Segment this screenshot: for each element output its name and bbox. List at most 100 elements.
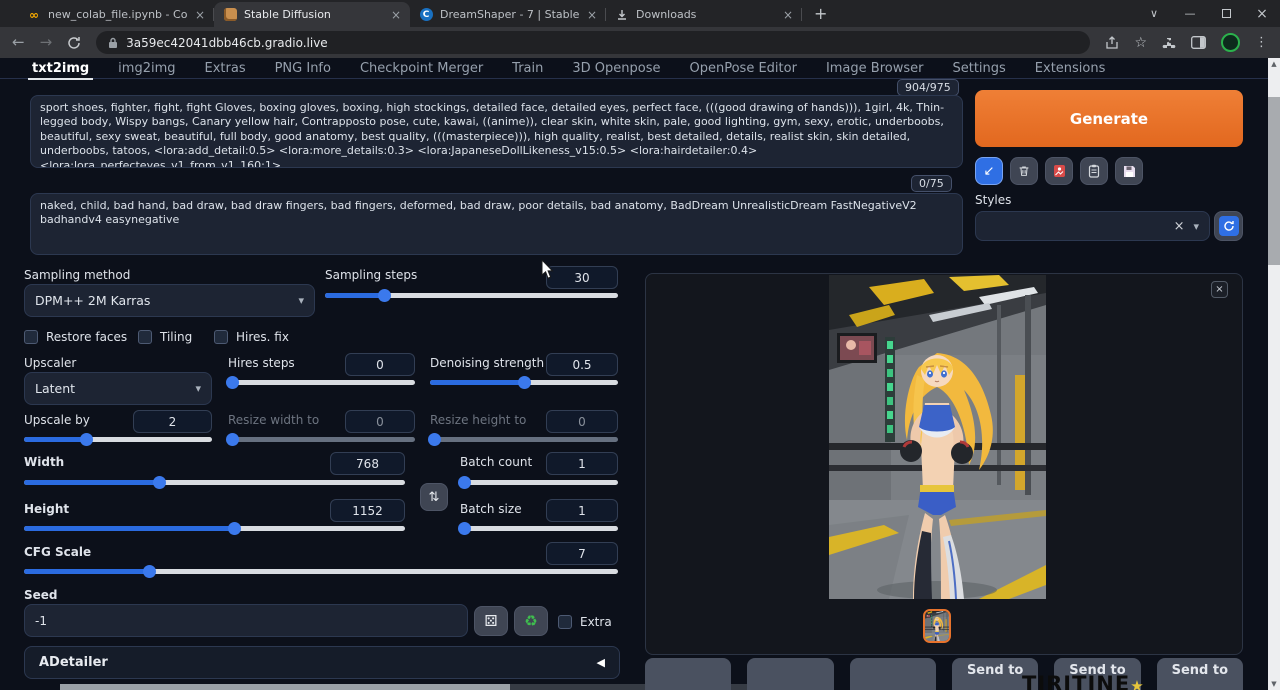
window-maximize-button[interactable] <box>1208 0 1244 27</box>
save-button[interactable] <box>645 658 731 690</box>
styles-clear-icon[interactable]: × <box>1174 219 1185 234</box>
new-tab-button[interactable]: + <box>814 4 827 23</box>
scroll-down-icon[interactable]: ▼ <box>1268 678 1280 690</box>
action-button[interactable] <box>850 658 936 690</box>
checkbox-box[interactable] <box>24 330 38 344</box>
sampling-steps-slider[interactable] <box>325 293 618 298</box>
batch-size-value[interactable]: 1 <box>546 499 618 522</box>
extra-seed-checkbox[interactable]: Extra <box>558 615 612 629</box>
width-value[interactable]: 768 <box>330 452 405 475</box>
clear-prompt-button[interactable] <box>1010 157 1038 185</box>
send-to-extras-button[interactable]: Send to <box>1157 658 1243 690</box>
tab-image-browser[interactable]: Image Browser <box>826 61 924 76</box>
zip-button[interactable] <box>747 658 833 690</box>
height-slider[interactable] <box>24 526 405 531</box>
generated-image[interactable] <box>829 275 1046 599</box>
url-bar[interactable]: 3a59ec42041dbb46cb.gradio.live <box>96 31 1090 54</box>
height-value[interactable]: 1152 <box>330 499 405 522</box>
profile-avatar[interactable] <box>1221 33 1240 52</box>
tab-extras[interactable]: Extras <box>205 61 246 76</box>
tab-close-icon[interactable]: × <box>783 9 793 21</box>
width-slider[interactable] <box>24 480 405 485</box>
checkbox-box[interactable] <box>138 330 152 344</box>
checkbox-box[interactable] <box>558 615 572 629</box>
reuse-seed-button[interactable]: ♻ <box>514 606 548 636</box>
browser-menu-dots-icon[interactable]: ⋮ <box>1255 35 1268 50</box>
scroll-up-icon[interactable]: ▲ <box>1268 58 1280 70</box>
tab-close-icon[interactable]: × <box>391 9 401 21</box>
back-button[interactable]: ← <box>12 35 25 50</box>
hires-steps-value[interactable]: 0 <box>345 353 415 376</box>
denoising-strength-value[interactable]: 0.5 <box>546 353 618 376</box>
browser-tab-dreamshaper[interactable]: C DreamShaper - 7 | Stable Diffusio × <box>410 2 606 27</box>
gallery-thumbnail[interactable] <box>923 609 951 643</box>
refresh-styles-button[interactable] <box>1214 211 1243 241</box>
window-close-button[interactable]: × <box>1244 0 1280 27</box>
browser-tab-colab[interactable]: ∞ new_colab_file.ipynb - Colaborat × <box>18 2 214 27</box>
sampling-method-select[interactable]: DPM++ 2M Karras ▾ <box>24 284 315 317</box>
tab-img2img[interactable]: img2img <box>118 61 175 76</box>
batch-size-label: Batch size <box>460 502 522 516</box>
tab-txt2img[interactable]: txt2img <box>32 61 89 76</box>
tab-close-icon[interactable]: × <box>195 9 205 21</box>
checkbox-box[interactable] <box>214 330 228 344</box>
tab-openpose-editor[interactable]: OpenPose Editor <box>690 61 797 76</box>
page-scrollbar[interactable]: ▲ ▼ <box>1268 58 1280 690</box>
sampling-method-label: Sampling method <box>24 268 130 282</box>
extensions-puzzle-icon[interactable] <box>1162 36 1176 50</box>
swap-dimensions-button[interactable]: ⇅ <box>420 483 448 511</box>
browser-tab-stable-diffusion[interactable]: Stable Diffusion × <box>214 2 410 27</box>
tab-checkpoint-merger[interactable]: Checkpoint Merger <box>360 61 483 76</box>
prompt-input[interactable]: sport shoes, fighter, fight, fight Glove… <box>30 95 963 168</box>
adetailer-accordion[interactable]: ADetailer ◀ <box>24 646 620 679</box>
resize-height-label: Resize height to <box>430 413 526 427</box>
denoising-strength-slider[interactable] <box>430 380 618 385</box>
side-panel-icon[interactable] <box>1191 36 1206 49</box>
upscale-by-slider[interactable] <box>24 437 212 442</box>
bookmark-star-icon[interactable]: ☆ <box>1134 35 1147 51</box>
extra-networks-button[interactable] <box>1045 157 1073 185</box>
tab-extensions[interactable]: Extensions <box>1035 61 1106 76</box>
negative-prompt-input[interactable]: naked, child, bad hand, bad draw, bad dr… <box>30 193 963 255</box>
lock-icon <box>108 37 118 49</box>
apply-style-button[interactable] <box>1080 157 1108 185</box>
hires-fix-checkbox[interactable]: Hires. fix <box>214 330 289 344</box>
network-card-icon <box>1053 164 1066 178</box>
tab-settings[interactable]: Settings <box>952 61 1005 76</box>
forward-button[interactable]: → <box>40 35 53 50</box>
tab-train[interactable]: Train <box>512 61 543 76</box>
reload-button[interactable] <box>67 36 81 50</box>
tiling-checkbox[interactable]: Tiling <box>138 330 192 344</box>
window-minimize-button[interactable]: — <box>1172 0 1208 27</box>
width-label: Width <box>24 455 64 469</box>
styles-select[interactable]: × ▾ <box>975 211 1210 241</box>
hires-steps-slider[interactable] <box>228 380 415 385</box>
close-preview-button[interactable]: × <box>1211 281 1228 298</box>
recycle-icon: ♻ <box>524 612 537 630</box>
tab-search-chevron-icon[interactable]: ∨ <box>1136 0 1172 27</box>
batch-size-slider[interactable] <box>460 526 618 531</box>
generate-button[interactable]: Generate <box>975 90 1243 147</box>
save-style-button[interactable] <box>1115 157 1143 185</box>
upscale-by-value[interactable]: 2 <box>133 410 212 433</box>
browser-tab-downloads[interactable]: Downloads × <box>606 2 802 27</box>
negative-prompt-token-counter: 0/75 <box>911 175 952 192</box>
upscaler-select[interactable]: Latent ▾ <box>24 372 212 405</box>
sampling-steps-value[interactable]: 30 <box>546 266 618 289</box>
batch-count-value[interactable]: 1 <box>546 452 618 475</box>
random-seed-button[interactable]: ⚄ <box>474 606 508 636</box>
share-icon[interactable] <box>1105 36 1119 50</box>
batch-count-slider[interactable] <box>460 480 618 485</box>
cfg-scale-value[interactable]: 7 <box>546 542 618 565</box>
tab-title: DreamShaper - 7 | Stable Diffusio <box>440 8 580 21</box>
tab-close-icon[interactable]: × <box>587 9 597 21</box>
restore-faces-checkbox[interactable]: Restore faces <box>24 330 127 344</box>
cfg-scale-label: CFG Scale <box>24 545 91 559</box>
cfg-scale-slider[interactable] <box>24 569 618 574</box>
sampling-steps-label: Sampling steps <box>325 268 417 282</box>
scrollbar-thumb[interactable] <box>1268 97 1280 265</box>
paste-params-button[interactable]: ↙ <box>975 157 1003 185</box>
tab-png-info[interactable]: PNG Info <box>275 61 331 76</box>
tab-3d-openpose[interactable]: 3D Openpose <box>572 61 660 76</box>
seed-input[interactable]: -1 <box>24 604 468 637</box>
